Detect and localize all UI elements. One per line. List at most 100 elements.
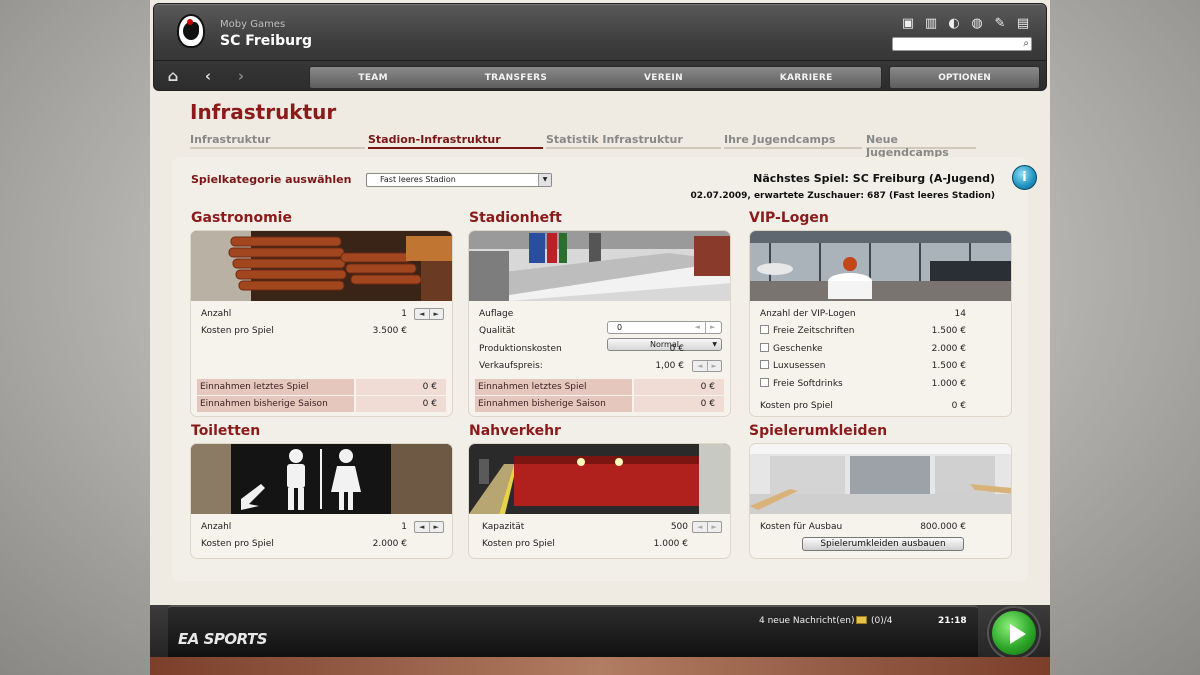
- tab-infrastruktur[interactable]: Infrastruktur: [190, 133, 365, 149]
- vip-option-row: Luxusessen 1.500 €: [760, 359, 1003, 373]
- tab-statistik-infrastruktur[interactable]: Statistik Infrastruktur: [546, 133, 721, 149]
- subway-train-image: [469, 444, 730, 514]
- umkleiden-photo: [750, 444, 1011, 514]
- screen-icon[interactable]: ▣: [899, 14, 917, 32]
- nahverkehr-kosten-value: 1.000 €: [653, 539, 688, 549]
- umkleiden-card: Kosten für Ausbau 800.000 € Spielerumkle…: [749, 443, 1012, 559]
- vip-option-value: 1.500 €: [931, 326, 966, 336]
- refresh-icon[interactable]: ◐: [945, 14, 963, 32]
- umkleiden-title: Spielerumkleiden: [749, 423, 888, 439]
- main-menu: TEAM TRANSFERS VEREIN KARRIERE: [309, 66, 882, 89]
- umkleiden-ausbauen-button[interactable]: Spielerumkleiden ausbauen: [802, 537, 964, 551]
- vip-option-checkbox[interactable]: [760, 343, 769, 352]
- menu-transfers[interactable]: TRANSFERS: [485, 73, 547, 83]
- menu-team[interactable]: TEAM: [358, 73, 387, 83]
- category-dropdown[interactable]: Fast leeres Stadion ▼: [366, 173, 552, 187]
- toiletten-anzahl-stepper[interactable]: ◄ ►: [414, 521, 444, 533]
- mail-counter[interactable]: (0)/4: [856, 616, 893, 626]
- gastronomie-photo: [191, 231, 452, 301]
- ea-sports-logo: EA SPORTS: [178, 630, 268, 648]
- stats-bars-icon[interactable]: ▥: [922, 14, 940, 32]
- toiletten-anzahl-value: 1: [401, 522, 407, 532]
- einnahmen-saison-label: Einnahmen bisherige Saison: [197, 396, 354, 412]
- umkleiden-kosten-row: Kosten für Ausbau 800.000 €: [760, 520, 1003, 534]
- nahverkehr-kosten-label: Kosten pro Spiel: [482, 539, 555, 549]
- search-doc-icon[interactable]: ▤: [1014, 14, 1032, 32]
- gastronomie-card: Anzahl 1 ◄ ► Kosten pro Spiel 3.500 € Ein…: [190, 230, 453, 417]
- mail-count: (0)/4: [871, 616, 893, 626]
- increase-arrow-icon[interactable]: ►: [430, 309, 444, 319]
- clock-time: 21:18: [938, 616, 967, 626]
- menu-verein[interactable]: VEREIN: [644, 73, 683, 83]
- decrease-arrow-icon[interactable]: ◄: [415, 309, 430, 319]
- gastronomie-title: Gastronomie: [191, 210, 292, 226]
- increase-arrow-icon[interactable]: ►: [708, 522, 722, 532]
- bottom-decor-strip: [150, 657, 1050, 675]
- continue-play-button[interactable]: [989, 608, 1039, 658]
- nahverkehr-card: Kapazität 500 ◄ ► Kosten pro Spiel 1.000 …: [468, 443, 731, 559]
- decrease-arrow-icon[interactable]: ◄: [693, 522, 708, 532]
- gastronomie-anzahl-stepper[interactable]: ◄ ►: [414, 308, 444, 320]
- toiletten-kosten-label: Kosten pro Spiel: [201, 539, 274, 549]
- umkleiden-kosten-label: Kosten für Ausbau: [760, 522, 843, 532]
- gastronomie-anzahl-value: 1: [401, 309, 407, 319]
- einnahmen-letztes-value: 0 €: [634, 379, 724, 395]
- toiletten-anzahl-label: Anzahl: [201, 522, 232, 532]
- verkaufspreis-stepper[interactable]: ◄ ►: [692, 360, 722, 372]
- search-icon[interactable]: ⌕: [1023, 38, 1029, 49]
- stadionheft-qualitaet-label: Qualität: [479, 326, 515, 336]
- gastronomie-kosten-value: 3.500 €: [372, 326, 407, 336]
- menu-karriere[interactable]: KARRIERE: [780, 73, 833, 83]
- stadionheft-einnahmen-saison: Einnahmen bisherige Saison 0 €: [475, 396, 724, 412]
- decrease-arrow-icon[interactable]: ◄: [415, 522, 430, 532]
- tools-icon[interactable]: ✎: [991, 14, 1009, 32]
- club-crest-icon: [177, 14, 205, 48]
- increase-arrow-icon[interactable]: ►: [430, 522, 444, 532]
- einnahmen-saison-label: Einnahmen bisherige Saison: [475, 396, 632, 412]
- forward-arrow-icon[interactable]: ›: [232, 67, 250, 85]
- app-window: Moby Games SC Freiburg ▣ ▥ ◐ ◍ ✎ ▤ ⌕ ⌂ ‹…: [150, 0, 1050, 675]
- toiletten-card: Anzahl 1 ◄ ► Kosten pro Spiel 2.000 €: [190, 443, 453, 559]
- produktionskosten-value: 0 €: [669, 344, 684, 354]
- vip-option-label: Freie Zeitschriften: [773, 326, 855, 336]
- vip-option-checkbox[interactable]: [760, 325, 769, 334]
- decrease-arrow-icon[interactable]: ◄: [693, 361, 708, 371]
- globe-icon[interactable]: ◍: [968, 14, 986, 32]
- toiletten-photo: [191, 444, 452, 514]
- stadionheft-auflage-label: Auflage: [479, 309, 514, 319]
- toolbar-icons: ▣ ▥ ◐ ◍ ✎ ▤: [899, 14, 1032, 32]
- vip-option-row: Freie Softdrinks 1.000 €: [760, 377, 1003, 391]
- increase-arrow-icon[interactable]: ►: [708, 361, 722, 371]
- tab-ihre-jugendcamps[interactable]: Ihre Jugendcamps: [724, 133, 862, 149]
- vip-option-checkbox[interactable]: [760, 378, 769, 387]
- tab-stadion-infrastruktur[interactable]: Stadion-Infrastruktur: [368, 133, 543, 149]
- options-button[interactable]: OPTIONEN: [889, 66, 1040, 89]
- vip-option-value: 1.500 €: [931, 361, 966, 371]
- vip-option-value: 1.000 €: [931, 379, 966, 389]
- chevron-down-icon[interactable]: ▼: [538, 174, 551, 186]
- search-input[interactable]: ⌕: [892, 37, 1032, 51]
- toiletten-kosten-row: Kosten pro Spiel 2.000 €: [201, 537, 444, 551]
- home-icon[interactable]: ⌂: [164, 67, 182, 85]
- stadionheft-einnahmen-letztes: Einnahmen letztes Spiel 0 €: [475, 379, 724, 395]
- back-arrow-icon[interactable]: ‹: [199, 67, 217, 85]
- vip-title: VIP-Logen: [749, 210, 829, 226]
- stadionheft-verkaufspreis-row: Verkaufspreis: 1,00 € ◄ ►: [479, 359, 722, 373]
- vip-option-row: Freie Zeitschriften 1.500 €: [760, 324, 1003, 338]
- info-icon[interactable]: i: [1012, 165, 1037, 190]
- einnahmen-letztes-label: Einnahmen letztes Spiel: [197, 379, 354, 395]
- page-title: Infrastruktur: [190, 100, 337, 124]
- nahverkehr-kapazitaet-row: Kapazität 500 ◄ ►: [482, 520, 722, 534]
- stadionheft-produktion-row: Produktionskosten 0 €: [479, 342, 722, 356]
- vip-option-checkbox[interactable]: [760, 360, 769, 369]
- kapazitaet-stepper[interactable]: ◄ ►: [692, 521, 722, 533]
- tab-neue-jugendcamps[interactable]: Neue Jugendcamps: [866, 133, 976, 159]
- messages-text[interactable]: 4 neue Nachricht(en): [759, 616, 854, 626]
- gastronomie-anzahl-row: Anzahl 1 ◄ ►: [201, 307, 444, 321]
- kapazitaet-label: Kapazität: [482, 522, 525, 532]
- gastronomie-anzahl-label: Anzahl: [201, 309, 232, 319]
- nahverkehr-kosten-row: Kosten pro Spiel 1.000 €: [482, 537, 722, 551]
- nahverkehr-title: Nahverkehr: [469, 423, 561, 439]
- verkaufspreis-label: Verkaufspreis:: [479, 361, 543, 371]
- sausages-image: [191, 231, 452, 301]
